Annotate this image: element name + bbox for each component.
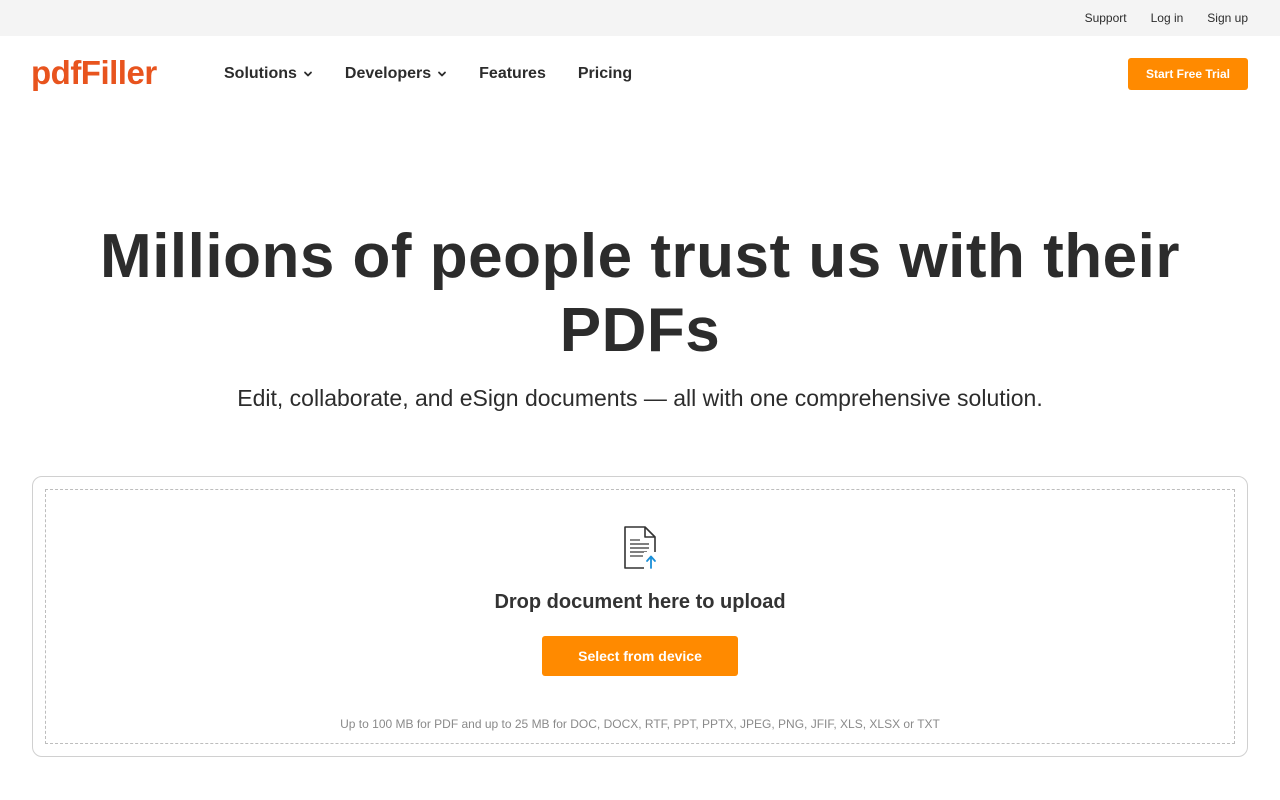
file-size-limits: Up to 100 MB for PDF and up to 25 MB for… [340,717,940,731]
signup-link[interactable]: Sign up [1207,11,1248,25]
main-nav: Solutions Developers Features Pricing [224,36,632,112]
nav-pricing-label: Pricing [577,65,633,82]
main-header: pdfFiller Solutions Developers Features … [0,36,1280,112]
upload-panel: Drop document here to upload Select from… [32,476,1248,757]
hero-subtitle: Edit, collaborate, and eSign documents —… [237,385,1043,411]
support-link[interactable]: Support [1085,11,1127,25]
hero-title: Millions of people trust us with their P… [100,222,1180,365]
nav-features[interactable]: Features [479,65,546,83]
nav-pricing[interactable]: Pricing [578,65,632,83]
pdffiller-logo[interactable]: pdfFiller [31,55,157,91]
nav-features-label: Features [479,65,546,82]
login-link[interactable]: Log in [1151,11,1184,25]
nav-solutions-label: Solutions [224,65,297,82]
chevron-down-icon [438,71,447,77]
start-free-trial-button[interactable]: Start Free Trial [1128,58,1248,90]
upload-dropzone[interactable]: Drop document here to upload Select from… [45,489,1235,744]
top-utility-links: Support Log in Sign up [1085,0,1248,36]
nav-solutions[interactable]: Solutions [224,65,313,83]
nav-developers-label: Developers [344,65,432,82]
nav-developers[interactable]: Developers [345,65,447,83]
chevron-down-icon [303,71,312,77]
drop-instructions: Drop document here to upload [494,591,786,613]
select-from-device-button[interactable]: Select from device [542,636,738,676]
top-utility-bar: Support Log in Sign up [0,0,1280,36]
document-upload-icon [624,526,658,569]
